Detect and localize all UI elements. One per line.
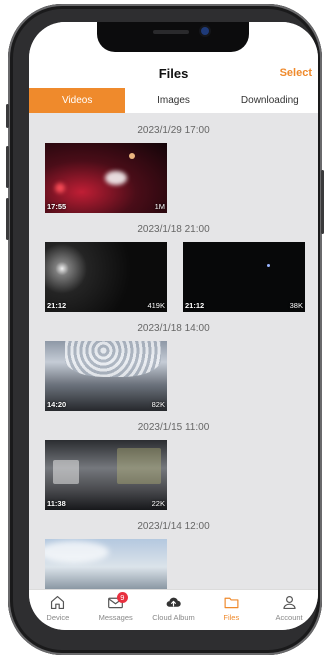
cloud-upload-icon bbox=[166, 597, 181, 607]
date-header: 2023/1/18 14:00 bbox=[137, 323, 210, 334]
tab-videos[interactable]: Videos bbox=[29, 88, 126, 113]
volume-up-button bbox=[6, 146, 9, 188]
video-thumbnail[interactable]: 17:55 1M bbox=[45, 143, 167, 213]
tab-files[interactable]: Files bbox=[202, 590, 260, 630]
page-title: Files bbox=[158, 66, 189, 81]
bottom-tab-bar: Device 9 Messages Cloud Album Files Acco… bbox=[29, 589, 318, 630]
select-button[interactable]: Select bbox=[280, 67, 312, 79]
person-icon bbox=[282, 596, 296, 610]
clip-time: 21:12 bbox=[47, 301, 67, 310]
power-button bbox=[321, 170, 324, 234]
video-thumbnail[interactable]: 11:38 22K bbox=[45, 440, 167, 510]
front-camera bbox=[201, 27, 209, 35]
tab-label: Files bbox=[223, 613, 240, 622]
tab-cloud-album[interactable]: Cloud Album bbox=[145, 590, 203, 630]
clip-time: 11:38 bbox=[47, 499, 66, 508]
tab-messages[interactable]: 9 Messages bbox=[87, 590, 145, 630]
speaker-grille bbox=[153, 30, 189, 34]
clip-time: 21:12 bbox=[185, 301, 205, 310]
video-thumbnail[interactable]: 21:12 38K bbox=[183, 242, 305, 312]
clip-size: 22K bbox=[151, 499, 165, 508]
clip-time: 17:55 bbox=[47, 202, 67, 211]
house-icon bbox=[51, 595, 65, 610]
folder-icon bbox=[224, 597, 239, 609]
app-screen: Files Select Videos Images Downloading 2… bbox=[29, 22, 318, 630]
partial-date-header bbox=[29, 113, 318, 118]
tab-account[interactable]: Account bbox=[260, 590, 318, 630]
video-thumbnail[interactable]: 14:20 82K bbox=[45, 341, 167, 411]
tab-label: Device bbox=[46, 613, 70, 622]
video-list[interactable]: 2023/1/29 17:00 17:55 1M 2023/1/18 21:00… bbox=[29, 113, 318, 589]
tab-label: Account bbox=[275, 613, 303, 622]
unread-badge: 9 bbox=[116, 592, 128, 603]
clip-time: 14:20 bbox=[47, 400, 67, 409]
volume-down-button bbox=[6, 198, 9, 240]
date-header: 2023/1/18 21:00 bbox=[137, 224, 210, 235]
phone-notch bbox=[97, 22, 249, 52]
clip-size: 1M bbox=[154, 202, 165, 211]
date-header: 2023/1/15 11:00 bbox=[137, 422, 210, 433]
tab-label: Messages bbox=[98, 613, 133, 622]
side-button bbox=[6, 104, 9, 128]
date-header: 2023/1/29 17:00 bbox=[137, 125, 210, 136]
date-header: 2023/1/14 12:00 bbox=[137, 521, 210, 532]
tab-label: Cloud Album bbox=[152, 613, 195, 622]
clip-size: 82K bbox=[151, 400, 165, 409]
video-thumbnail[interactable] bbox=[45, 539, 167, 589]
tab-downloading[interactable]: Downloading bbox=[222, 88, 318, 113]
tab-images[interactable]: Images bbox=[125, 88, 221, 113]
tab-device[interactable]: Device bbox=[29, 590, 87, 630]
clip-size: 38K bbox=[289, 301, 303, 310]
media-tabs: Videos Images Downloading bbox=[29, 88, 318, 113]
clip-size: 419K bbox=[147, 301, 165, 310]
video-thumbnail[interactable]: 21:12 419K bbox=[45, 242, 167, 312]
